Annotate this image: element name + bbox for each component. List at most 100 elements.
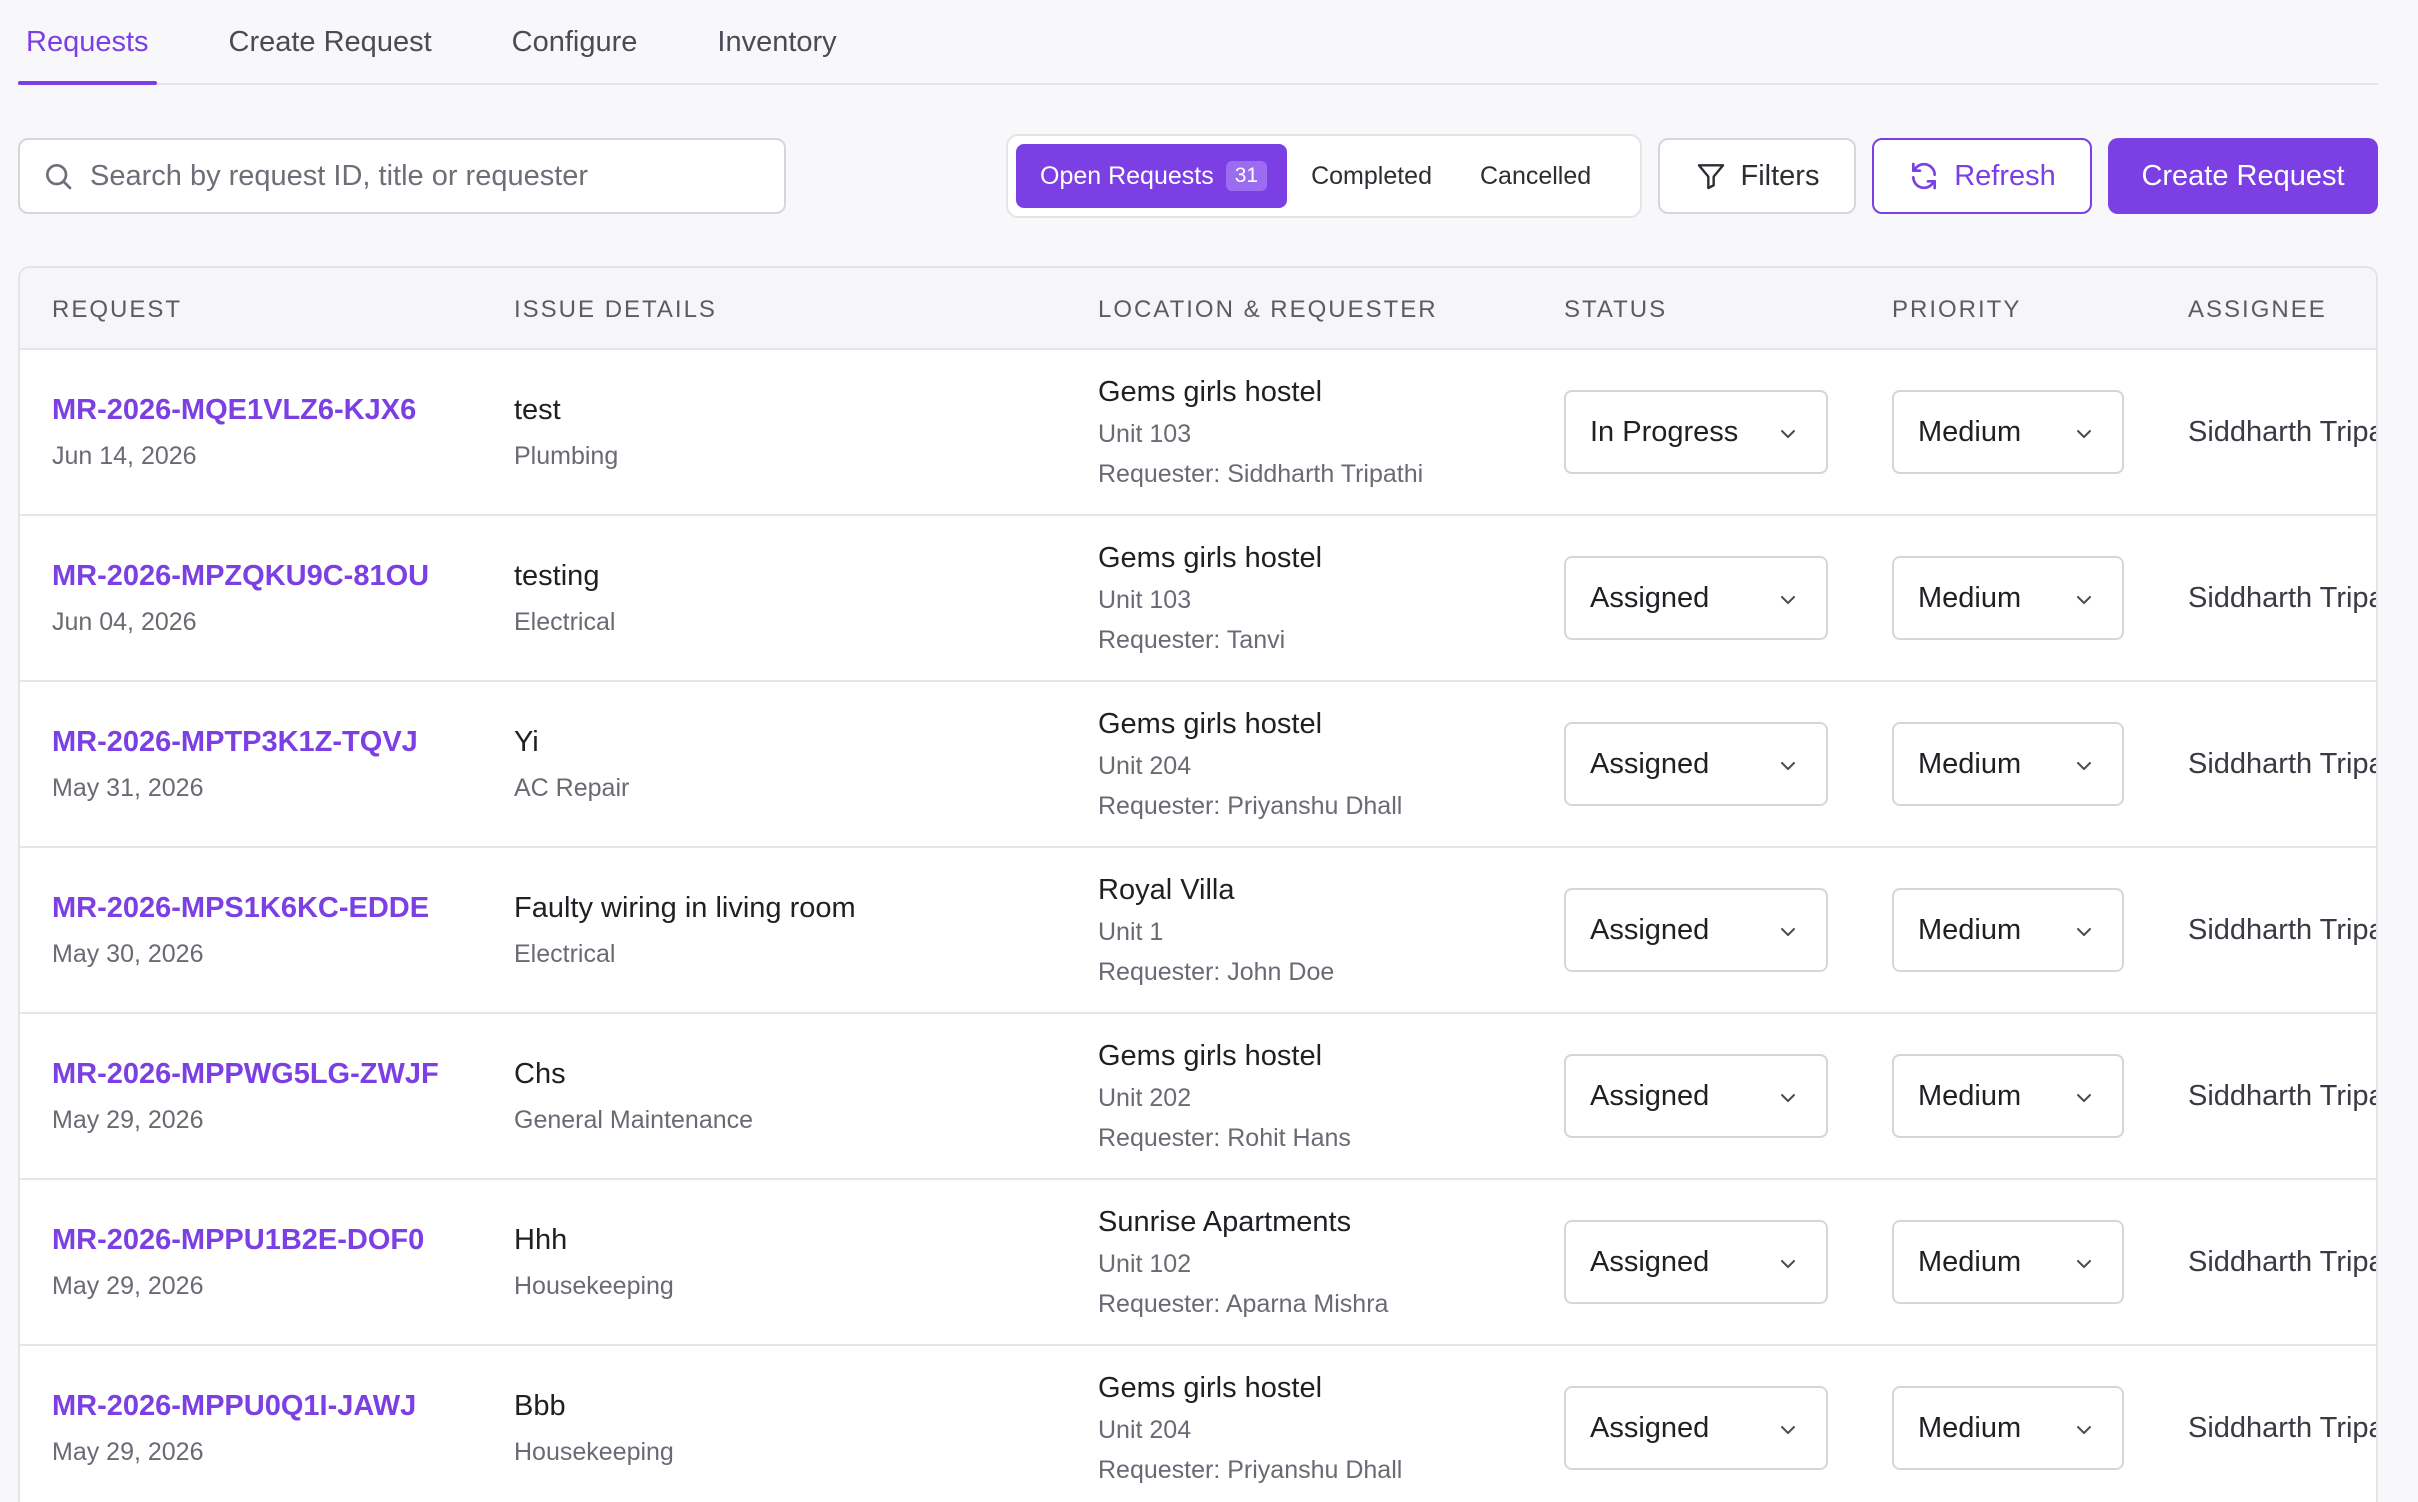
requester-name: Requester: Priyanshu Dhall xyxy=(1098,1456,1403,1484)
request-date: May 29, 2026 xyxy=(52,1106,204,1134)
status-select[interactable]: Assigned xyxy=(1564,556,1828,640)
status-select[interactable]: Assigned xyxy=(1564,1054,1828,1138)
unit-number: Unit 204 xyxy=(1098,1416,1192,1444)
requester-name: Requester: Tanvi xyxy=(1098,626,1286,654)
refresh-label: Refresh xyxy=(1954,159,2056,192)
status-select[interactable]: Assigned xyxy=(1564,1220,1828,1304)
segment-completed[interactable]: Completed xyxy=(1287,144,1456,208)
table-row: MR-2026-MPPU0Q1I-JAWJ May 29, 2026 Bbb Hous… xyxy=(20,1346,2376,1502)
property-name: Gems girls hostel xyxy=(1098,708,1323,740)
property-name: Gems girls hostel xyxy=(1098,1372,1323,1404)
issue-category: AC Repair xyxy=(514,774,630,802)
assignee-name: Siddharth Tripathi xyxy=(2188,416,2376,448)
unit-number: Unit 103 xyxy=(1098,586,1192,614)
refresh-button[interactable]: Refresh xyxy=(1872,138,2092,214)
requester-name: Requester: John Doe xyxy=(1098,958,1335,986)
status-value: Assigned xyxy=(1590,913,1710,946)
priority-select[interactable]: Medium xyxy=(1892,888,2124,972)
status-select[interactable]: In Progress xyxy=(1564,390,1828,474)
header-assignee: ASSIGNEE xyxy=(2188,296,2327,323)
filters-button[interactable]: Filters xyxy=(1658,138,1856,214)
request-date: May 29, 2026 xyxy=(52,1272,204,1300)
assignee-name: Siddharth Tripathi xyxy=(2188,1246,2376,1278)
filters-label: Filters xyxy=(1740,159,1820,192)
requests-table: REQUEST ISSUE DETAILS LOCATION & REQUEST… xyxy=(18,266,2378,1502)
segment-open-requests[interactable]: Open Requests 31 xyxy=(1016,144,1288,208)
priority-select[interactable]: Medium xyxy=(1892,1386,2124,1470)
requester-name: Requester: Priyanshu Dhall xyxy=(1098,792,1403,820)
priority-select[interactable]: Medium xyxy=(1892,390,2124,474)
priority-value: Medium xyxy=(1918,415,2022,448)
unit-number: Unit 102 xyxy=(1098,1250,1192,1278)
tab-create-request[interactable]: Create Request xyxy=(221,26,440,83)
priority-select[interactable]: Medium xyxy=(1892,722,2124,806)
table-body: MR-2026-MQE1VLZ6-KJX6 Jun 14, 2026 test Plu… xyxy=(20,350,2376,1502)
request-id-link[interactable]: MR-2026-MPPU1B2E-DOF0 xyxy=(52,1224,424,1257)
tab-configure[interactable]: Configure xyxy=(504,26,646,83)
assignee-name: Siddharth Tripathi xyxy=(2188,914,2376,946)
request-date: Jun 04, 2026 xyxy=(52,608,197,636)
status-value: Assigned xyxy=(1590,581,1710,614)
status-select[interactable]: Assigned xyxy=(1564,888,1828,972)
segment-open-label: Open Requests xyxy=(1040,161,1214,190)
unit-number: Unit 202 xyxy=(1098,1084,1192,1112)
request-id-link[interactable]: MR-2026-MQE1VLZ6-KJX6 xyxy=(52,394,416,427)
issue-title: Hhh xyxy=(514,1224,568,1256)
priority-value: Medium xyxy=(1918,747,2022,780)
status-value: Assigned xyxy=(1590,747,1710,780)
request-id-link[interactable]: MR-2026-MPPWG5LG-ZWJF xyxy=(52,1058,439,1091)
nav-tabs: Requests Create Request Configure Invent… xyxy=(18,0,2378,85)
create-request-button[interactable]: Create Request xyxy=(2108,138,2378,214)
status-select[interactable]: Assigned xyxy=(1564,1386,1828,1470)
status-value: Assigned xyxy=(1590,1411,1710,1444)
status-select[interactable]: Assigned xyxy=(1564,722,1828,806)
chevron-down-icon xyxy=(1781,1260,1795,1268)
chevron-down-icon xyxy=(2077,762,2091,770)
property-name: Sunrise Apartments xyxy=(1098,1206,1352,1238)
issue-title: Bbb xyxy=(514,1390,566,1422)
property-name: Royal Villa xyxy=(1098,874,1235,906)
search-input[interactable] xyxy=(90,159,750,193)
priority-select[interactable]: Medium xyxy=(1892,556,2124,640)
table-row: MR-2026-MQE1VLZ6-KJX6 Jun 14, 2026 test Plu… xyxy=(20,350,2376,516)
request-date: May 29, 2026 xyxy=(52,1438,204,1466)
filter-icon xyxy=(1697,164,1724,190)
table-row: MR-2026-MPZQKU9C-81OU Jun 04, 2026 testing… xyxy=(20,516,2376,682)
table-row: MR-2026-MPPWG5LG-ZWJF May 29, 2026 Chs Gene… xyxy=(20,1014,2376,1180)
request-id-link[interactable]: MR-2026-MPS1K6KC-EDDE xyxy=(52,892,429,925)
chevron-down-icon xyxy=(2077,1260,2091,1268)
issue-title: test xyxy=(514,394,561,426)
chevron-down-icon xyxy=(2077,1426,2091,1434)
chevron-down-icon xyxy=(2077,430,2091,438)
property-name: Gems girls hostel xyxy=(1098,1040,1323,1072)
priority-select[interactable]: Medium xyxy=(1892,1054,2124,1138)
priority-value: Medium xyxy=(1918,1411,2022,1444)
request-id-link[interactable]: MR-2026-MPPU0Q1I-JAWJ xyxy=(52,1390,416,1423)
priority-select[interactable]: Medium xyxy=(1892,1220,2124,1304)
property-name: Gems girls hostel xyxy=(1098,376,1323,408)
header-issue-details: ISSUE DETAILS xyxy=(514,296,717,323)
tab-requests[interactable]: Requests xyxy=(18,26,157,85)
segment-cancelled[interactable]: Cancelled xyxy=(1456,144,1615,208)
chevron-down-icon xyxy=(1781,430,1795,438)
unit-number: Unit 103 xyxy=(1098,420,1192,448)
header-status: STATUS xyxy=(1564,296,1668,323)
table-row: MR-2026-MPTP3K1Z-TQVJ May 31, 2026 Yi AC Re… xyxy=(20,682,2376,848)
assignee-name: Siddharth Tripathi xyxy=(2188,748,2376,780)
request-id-link[interactable]: MR-2026-MPTP3K1Z-TQVJ xyxy=(52,726,418,759)
request-date: May 31, 2026 xyxy=(52,774,204,802)
requester-name: Requester: Aparna Mishra xyxy=(1098,1290,1389,1318)
priority-value: Medium xyxy=(1918,581,2022,614)
assignee-name: Siddharth Tripathi xyxy=(2188,1412,2376,1444)
issue-category: General Maintenance xyxy=(514,1106,754,1134)
priority-value: Medium xyxy=(1918,1079,2022,1112)
table-row: MR-2026-MPPU1B2E-DOF0 May 29, 2026 Hhh Hous… xyxy=(20,1180,2376,1346)
property-name: Gems girls hostel xyxy=(1098,542,1323,574)
search-box xyxy=(18,138,786,214)
issue-title: Chs xyxy=(514,1058,566,1090)
status-value: In Progress xyxy=(1590,415,1739,448)
request-id-link[interactable]: MR-2026-MPZQKU9C-81OU xyxy=(52,560,429,593)
table-header: REQUEST ISSUE DETAILS LOCATION & REQUEST… xyxy=(20,268,2376,350)
tab-inventory[interactable]: Inventory xyxy=(709,26,844,83)
chevron-down-icon xyxy=(1781,1426,1795,1434)
